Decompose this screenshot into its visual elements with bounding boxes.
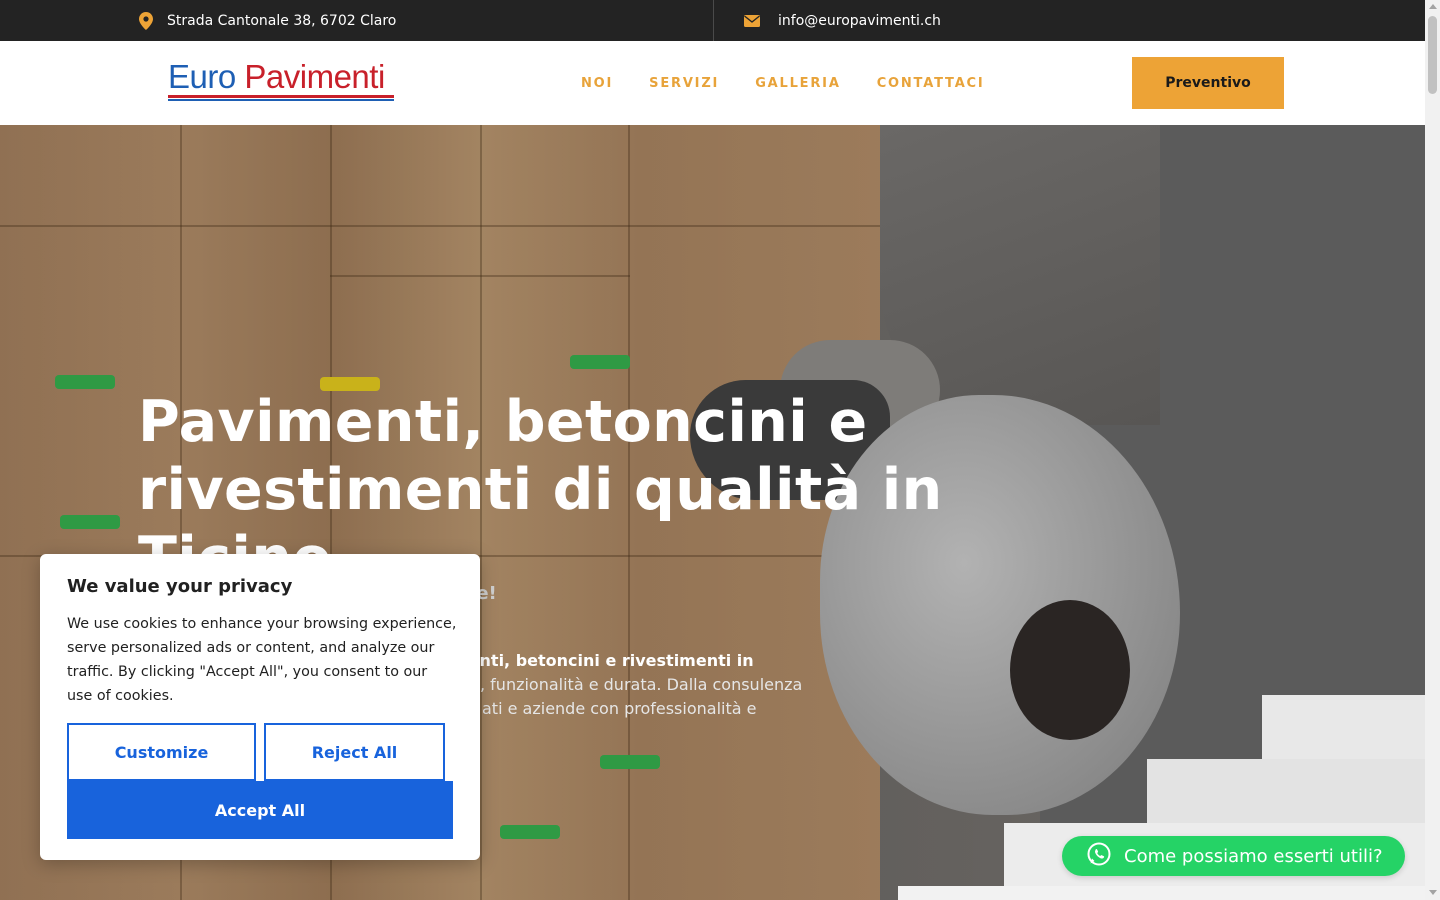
cookie-description: We use cookies to enhance your browsing … — [67, 616, 457, 704]
nav-item-contattaci[interactable]: CONTATTACI — [877, 76, 985, 91]
logo-text-euro: Euro — [168, 58, 236, 95]
hero-text-line1: menti, betoncini e rivestimenti in — [452, 651, 754, 670]
quote-button[interactable]: Preventivo — [1132, 57, 1284, 109]
nav-item-noi[interactable]: NOI — [581, 76, 613, 91]
topbar-divider — [713, 0, 714, 41]
cookie-title: We value your privacy — [67, 576, 293, 597]
whatsapp-label: Come possiamo esserti utili? — [1124, 845, 1383, 867]
email-info[interactable]: info@europavimenti.ch — [744, 0, 941, 41]
scrollbar-thumb[interactable] — [1428, 16, 1437, 94]
accept-all-button[interactable]: Accept All — [67, 781, 453, 839]
whatsapp-icon — [1086, 841, 1112, 872]
envelope-icon — [744, 14, 760, 27]
site-header: Euro Pavimenti NOI SERVIZI GALLERIA CONT… — [0, 41, 1425, 125]
site-logo[interactable]: Euro Pavimenti — [168, 59, 396, 103]
nav-item-galleria[interactable]: GALLERIA — [755, 76, 841, 91]
nav-item-servizi[interactable]: SERVIZI — [649, 76, 719, 91]
address-info: Strada Cantonale 38, 6702 Claro — [139, 0, 396, 41]
page-scrollbar[interactable] — [1425, 0, 1440, 900]
main-nav: NOI SERVIZI GALLERIA CONTATTACI — [581, 41, 1021, 125]
top-bar: Strada Cantonale 38, 6702 Claro info@eur… — [0, 0, 1425, 41]
address-text: Strada Cantonale 38, 6702 Claro — [167, 12, 397, 29]
scroll-up-arrow-icon[interactable] — [1429, 4, 1437, 9]
whatsapp-chat-button[interactable]: Come possiamo esserti utili? — [1062, 836, 1405, 876]
reject-all-button[interactable]: Reject All — [264, 723, 445, 781]
email-link[interactable]: info@europavimenti.ch — [778, 13, 941, 29]
map-pin-icon — [139, 11, 153, 30]
logo-text-pavimenti: Pavimenti — [244, 58, 385, 95]
customize-button[interactable]: Customize — [67, 723, 256, 781]
cookie-consent-banner: We value your privacy We use cookies to … — [40, 554, 480, 860]
scroll-down-arrow-icon[interactable] — [1429, 890, 1437, 895]
logo-underline — [168, 95, 394, 101]
